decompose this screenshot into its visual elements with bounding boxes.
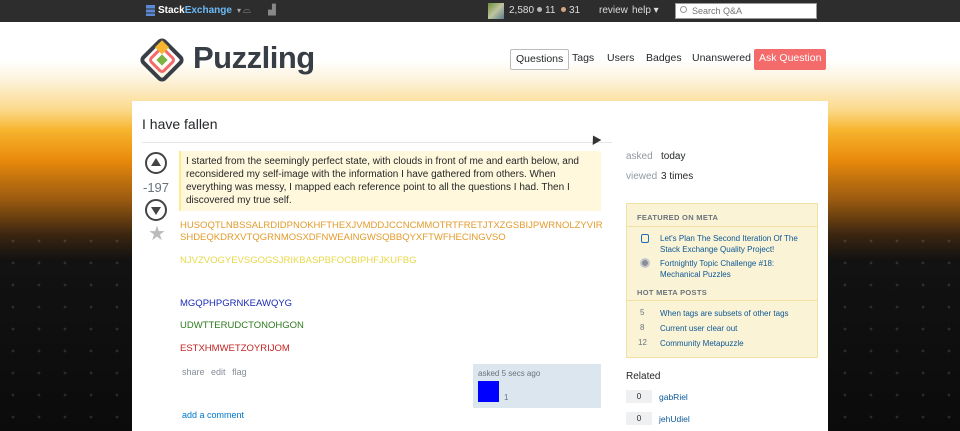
- favorite-star-icon[interactable]: ★: [148, 224, 166, 244]
- edit-link[interactable]: edit: [211, 367, 226, 377]
- asked-label: asked: [626, 151, 653, 162]
- related-heading: Related: [626, 371, 661, 382]
- spoiler-block[interactable]: I started from the seemingly perfect sta…: [179, 151, 601, 211]
- featured-link[interactable]: Let's Plan The Second Iteration Of The S…: [660, 233, 810, 255]
- inbox-icon[interactable]: ⌓: [243, 5, 251, 16]
- hot-post-score: 12: [638, 338, 647, 347]
- hot-post-link[interactable]: Community Metapuzzle: [660, 338, 810, 349]
- nav-users[interactable]: Users: [602, 49, 639, 70]
- achievements-icon[interactable]: ▟: [268, 5, 276, 16]
- site-name[interactable]: Puzzling: [193, 40, 315, 76]
- asked-value: today: [661, 151, 686, 162]
- post-menu: share edit flag: [182, 367, 251, 377]
- related-link[interactable]: jehUdiel: [659, 414, 690, 424]
- review-link[interactable]: review: [599, 5, 628, 16]
- search-input[interactable]: [675, 3, 817, 19]
- brand-exchange: Exchange: [184, 5, 232, 16]
- avatar[interactable]: [488, 3, 504, 19]
- reputation-count[interactable]: 2,580: [509, 5, 534, 16]
- related-score: 0: [626, 390, 652, 403]
- viewed-value: 3 times: [661, 171, 694, 182]
- divider: [627, 226, 817, 227]
- brand-stack: Stack: [158, 5, 185, 16]
- meta-icon: [641, 234, 649, 243]
- user-avatar[interactable]: [478, 381, 499, 402]
- search-icon: [680, 6, 687, 13]
- user-signature: asked 5 secs ago 1: [473, 364, 601, 408]
- asked-time: asked 5 secs ago: [478, 369, 541, 378]
- bronze-badge-value: 31: [569, 5, 581, 16]
- cipher-text-yellow: NJVZVOGYEVSGOGSJRIKBASPBFOCBIPHFJKUFBG: [180, 255, 417, 266]
- upvote-button[interactable]: [145, 152, 167, 174]
- puzzling-logo-icon[interactable]: [140, 38, 184, 82]
- ask-question-button[interactable]: Ask Question: [754, 49, 827, 70]
- top-bar: Stack Exchange ▾ ⌓ ▟ 2,580 11 31 review h…: [0, 0, 960, 22]
- nav-questions[interactable]: Questions: [510, 49, 570, 70]
- hot-post-link[interactable]: Current user clear out: [660, 323, 810, 334]
- hot-post-score: 8: [640, 323, 645, 332]
- hot-post-link[interactable]: When tags are subsets of other tags: [660, 308, 810, 319]
- bronze-badge-count: 31: [561, 5, 580, 16]
- mouse-cursor-icon: [588, 133, 602, 145]
- silver-badge-value: 11: [545, 5, 556, 16]
- hot-meta-posts-heading: HOT META POSTS: [637, 288, 708, 297]
- user-reputation: 1: [504, 393, 509, 402]
- stackexchange-menu[interactable]: Stack Exchange ▾: [146, 5, 241, 16]
- arrow-up-icon: [151, 158, 161, 166]
- stackexchange-icon: [146, 5, 155, 16]
- related-link[interactable]: gabRiel: [659, 392, 688, 402]
- related-score: 0: [626, 412, 652, 425]
- cipher-text-blue: MGQPHPGRNKEAWQYG: [180, 298, 293, 309]
- downvote-button[interactable]: [145, 199, 167, 221]
- divider: [142, 142, 612, 143]
- nav-tags[interactable]: Tags: [567, 49, 599, 70]
- help-menu[interactable]: help ▾: [632, 5, 659, 16]
- featured-on-meta-heading: FEATURED ON META: [637, 213, 719, 222]
- share-link[interactable]: share: [182, 367, 205, 377]
- cipher-text-red: ESTXHMWETZOYRIJOM: [180, 343, 290, 354]
- chevron-down-icon: ▾: [236, 6, 241, 15]
- bronze-badge-icon: [561, 7, 566, 12]
- puzzle-icon: [640, 258, 650, 268]
- cipher-text-green: UDWTTERUDCTONOHGON: [180, 320, 304, 331]
- divider: [627, 300, 817, 301]
- flag-link[interactable]: flag: [232, 367, 247, 377]
- nav-unanswered[interactable]: Unanswered: [687, 49, 756, 70]
- question-title[interactable]: I have fallen: [142, 116, 218, 132]
- arrow-down-icon: [151, 207, 161, 215]
- silver-badge-icon: [537, 7, 542, 12]
- nav-badges[interactable]: Badges: [641, 49, 687, 70]
- community-bulletin: FEATURED ON META Let's Plan The Second I…: [626, 203, 818, 358]
- content-panel: I have fallen -197 ★ I started from the …: [132, 101, 828, 431]
- viewed-label: viewed: [626, 171, 658, 182]
- cipher-text-orange: HUSOQTLNBSSALRDIDPNOKHFTHEXJVMDDJCCNCMMO…: [180, 220, 603, 243]
- hot-post-score: 5: [640, 308, 645, 317]
- add-comment-link[interactable]: add a comment: [182, 410, 244, 420]
- featured-link[interactable]: Fortnightly Topic Challenge #18: Mechani…: [660, 258, 810, 280]
- vote-count: -197: [142, 180, 170, 195]
- silver-badge-count: 11: [537, 5, 555, 16]
